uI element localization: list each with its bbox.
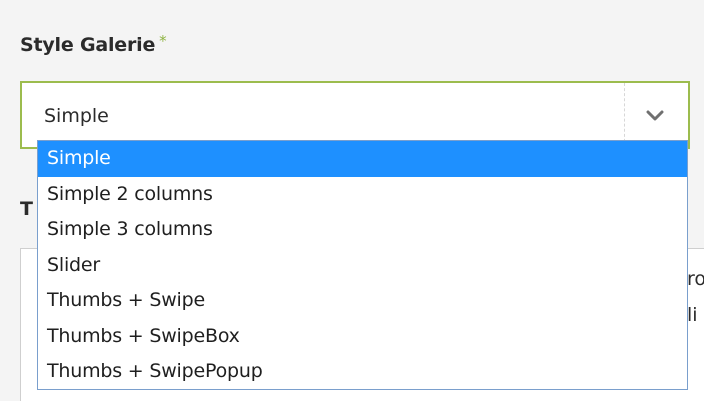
dropdown-option[interactable]: Slider bbox=[38, 248, 687, 284]
next-field-label: T bbox=[20, 198, 33, 220]
dropdown-option[interactable]: Simple bbox=[38, 141, 687, 177]
style-galerie-label: Style Galerie * bbox=[20, 32, 167, 56]
next-field-text-line2: li bbox=[687, 304, 698, 326]
style-galerie-select[interactable]: Simple bbox=[20, 81, 690, 149]
dropdown-option[interactable]: Simple 3 columns bbox=[38, 212, 687, 248]
style-galerie-label-text: Style Galerie bbox=[20, 34, 156, 56]
chevron-down-icon bbox=[646, 110, 664, 121]
style-galerie-dropdown[interactable]: Simple Simple 2 columns Simple 3 columns… bbox=[37, 140, 688, 390]
select-arrow-button[interactable] bbox=[624, 83, 688, 147]
dropdown-option[interactable]: Thumbs + SwipeBox bbox=[38, 319, 687, 355]
page: Style Galerie * Simple T ro li Simple Sim… bbox=[0, 0, 704, 401]
dropdown-option[interactable]: Simple 2 columns bbox=[38, 177, 687, 213]
dropdown-option[interactable]: Thumbs + SwipePopup bbox=[38, 354, 687, 389]
select-current-value: Simple bbox=[44, 105, 109, 127]
next-field-text-line1: ro bbox=[687, 268, 704, 290]
required-marker: * bbox=[159, 32, 167, 50]
dropdown-option[interactable]: Thumbs + Swipe bbox=[38, 283, 687, 319]
